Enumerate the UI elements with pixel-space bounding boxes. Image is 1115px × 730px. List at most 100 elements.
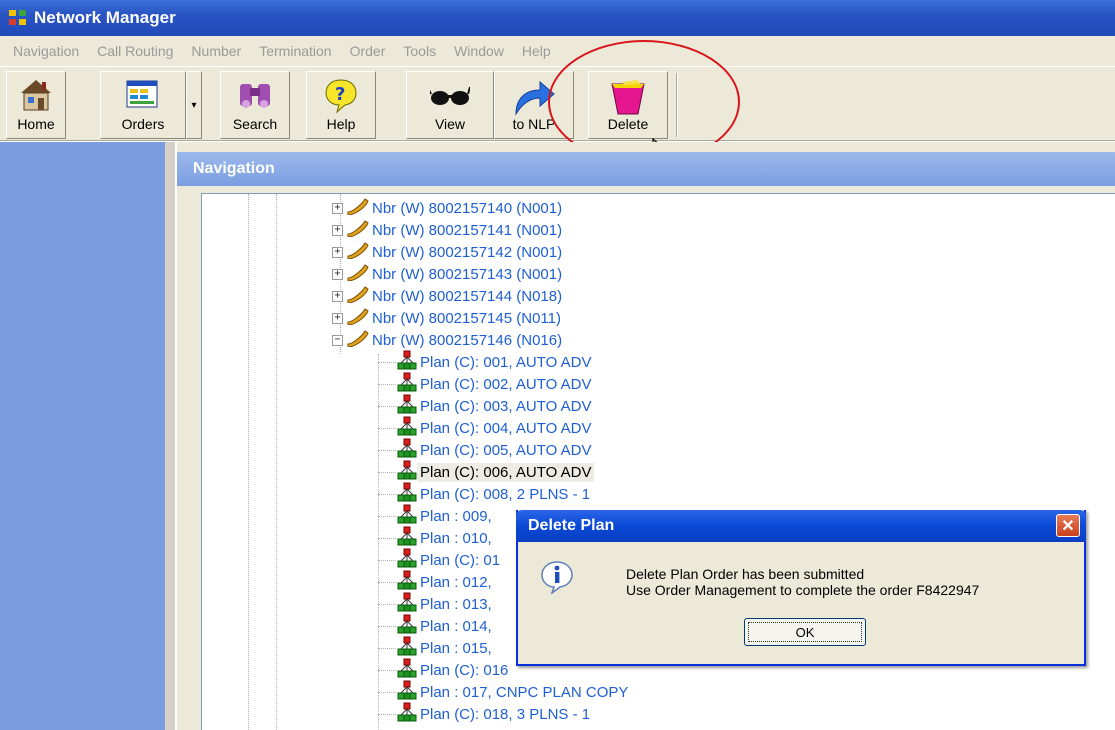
tree-item-number[interactable]: − Nbr (W) 8002157146 (N016): [332, 329, 565, 351]
tree-connector: [378, 559, 396, 561]
plan-icon: [397, 702, 417, 726]
tree-connector: [378, 691, 396, 693]
tree-item-label: Plan (C): 005, AUTO ADV: [420, 441, 592, 459]
tree-item-label: Nbr (W) 8002157145 (N011): [372, 309, 561, 327]
tree-connector: [378, 713, 396, 715]
tree-item-number[interactable]: + Nbr (W) 8002157144 (N018): [332, 285, 565, 307]
plan-icon: [397, 526, 417, 550]
tree-connector: [378, 449, 396, 451]
phone-icon: [345, 329, 369, 351]
tree-item-plan[interactable]: Plan (C): 002, AUTO ADV: [378, 372, 594, 395]
expand-icon[interactable]: +: [332, 202, 343, 214]
expand-icon[interactable]: +: [332, 290, 343, 302]
home-button[interactable]: Home: [6, 71, 66, 139]
dialog-message: Delete Plan Order has been submitted Use…: [626, 566, 979, 598]
tree-connector: [378, 625, 396, 627]
window-title: Network Manager: [34, 8, 176, 27]
tree-item-plan[interactable]: Plan (C): 01: [378, 548, 503, 571]
menu-number[interactable]: Number: [182, 43, 250, 59]
tree-item-plan[interactable]: Plan : 013,: [378, 592, 495, 616]
tree-item-plan[interactable]: Plan (C): 008, 2 PLNS - 1: [378, 482, 593, 505]
view-label: View: [434, 116, 466, 132]
plan-icon: [397, 460, 417, 484]
tree-item-number[interactable]: + Nbr (W) 8002157142 (N001): [332, 241, 565, 263]
plan-icon: [397, 504, 417, 528]
phone-icon: [345, 219, 369, 241]
menu-help[interactable]: Help: [513, 43, 560, 59]
tree-item-number[interactable]: + Nbr (W) 8002157145 (N011): [332, 307, 564, 329]
tree-item-label: Nbr (W) 8002157141 (N001): [372, 221, 563, 239]
tree-item-label: Plan (C): 003, AUTO ADV: [420, 397, 592, 415]
tree-connector: [378, 427, 396, 429]
tree-item-plan[interactable]: Plan : 017, CNPC PLAN COPY: [378, 680, 631, 703]
plan-icon: [397, 658, 417, 682]
plan-icon: [397, 438, 417, 462]
tree-item-label: Plan (C): 001, AUTO ADV: [420, 353, 592, 371]
tree-item-label: Nbr (W) 8002157143 (N001): [372, 265, 563, 283]
orders-icon: [125, 78, 161, 115]
tree-item-label: Plan (C): 018, 3 PLNS - 1: [420, 705, 591, 723]
tree-item-plan[interactable]: Plan : 010,: [378, 526, 495, 550]
house-icon: [19, 78, 53, 115]
search-button[interactable]: Search: [220, 71, 290, 139]
tree-item-plan[interactable]: Plan (C): 018, 3 PLNS - 1: [378, 702, 593, 726]
splitter[interactable]: [167, 142, 175, 730]
plan-icon: [397, 592, 417, 616]
menu-navigation[interactable]: Navigation: [4, 43, 88, 59]
tree-item-plan[interactable]: Plan : 012,: [378, 570, 495, 594]
help-icon: ?: [323, 78, 359, 117]
tree-item-label: Nbr (W) 8002157146 (N016): [372, 331, 563, 349]
info-icon: [540, 560, 574, 596]
tree-item-plan[interactable]: Plan : 009,: [378, 504, 495, 528]
close-button[interactable]: ✕: [1056, 514, 1080, 537]
view-button[interactable]: View: [406, 71, 494, 139]
tree-item-label: Nbr (W) 8002157142 (N001): [372, 243, 563, 261]
help-button[interactable]: ? Help: [306, 71, 376, 139]
orders-button[interactable]: Orders: [100, 71, 186, 139]
dialog-title-bar: Delete Plan ✕: [516, 510, 1086, 542]
binoculars-icon: [237, 78, 273, 113]
tree-item-plan[interactable]: Plan (C): 001, AUTO ADV: [378, 350, 594, 373]
menu-window[interactable]: Window: [445, 43, 513, 59]
tree-item-number[interactable]: + Nbr (W) 8002157141 (N001): [332, 219, 565, 241]
close-icon: ✕: [1061, 517, 1075, 535]
dialog-message-line-1: Delete Plan Order has been submitted: [626, 566, 865, 582]
expand-icon[interactable]: +: [332, 246, 343, 258]
tree-item-plan[interactable]: Plan (C): 016: [378, 658, 511, 682]
expand-icon[interactable]: +: [332, 312, 343, 324]
tree-item-number[interactable]: + Nbr (W) 8002157140 (N001): [332, 197, 565, 219]
tree-item-plan[interactable]: Plan : 014,: [378, 614, 495, 638]
menu-termination[interactable]: Termination: [250, 43, 340, 59]
svg-text:?: ?: [335, 84, 345, 105]
search-label: Search: [232, 116, 278, 132]
plan-icon: [397, 614, 417, 638]
tree-item-plan[interactable]: Plan (C): 005, AUTO ADV: [378, 438, 594, 462]
expand-icon[interactable]: +: [332, 268, 343, 280]
menu-call-routing[interactable]: Call Routing: [88, 43, 182, 59]
menu-bar: Navigation Call Routing Number Terminati…: [0, 36, 1115, 66]
plan-icon: [397, 394, 417, 418]
expand-icon[interactable]: +: [332, 224, 343, 236]
tree-connector: [378, 361, 396, 363]
menu-tools[interactable]: Tools: [394, 43, 445, 59]
tree-item-label: Plan : 017, CNPC PLAN COPY: [420, 683, 629, 701]
orders-dropdown-button[interactable]: ▾: [186, 71, 202, 139]
tree-item-label: Plan : 014,: [420, 617, 492, 635]
tree-item-plan[interactable]: Plan (C): 003, AUTO ADV: [378, 394, 594, 418]
tree-item-label: Plan : 013,: [420, 595, 492, 613]
plan-icon: [397, 570, 417, 594]
phone-icon: [345, 263, 369, 285]
tree-guide-line: [248, 194, 249, 730]
phone-icon: [345, 241, 369, 263]
collapse-icon[interactable]: −: [332, 334, 343, 346]
tree-item-label: Plan : 015,: [420, 639, 492, 657]
tree-item-number[interactable]: + Nbr (W) 8002157143 (N001): [332, 263, 565, 285]
menu-order[interactable]: Order: [341, 43, 395, 59]
ok-button[interactable]: OK: [744, 618, 866, 646]
tree-connector: [378, 471, 396, 473]
chevron-down-icon: ▾: [191, 99, 197, 111]
tree-item-plan[interactable]: Plan (C): 004, AUTO ADV: [378, 416, 594, 439]
tree-item-label: Plan (C): 008, 2 PLNS - 1: [420, 485, 591, 503]
tree-item-plan[interactable]: Plan (C): 006, AUTO ADV: [378, 460, 595, 484]
tree-item-plan[interactable]: Plan : 015,: [378, 636, 495, 659]
